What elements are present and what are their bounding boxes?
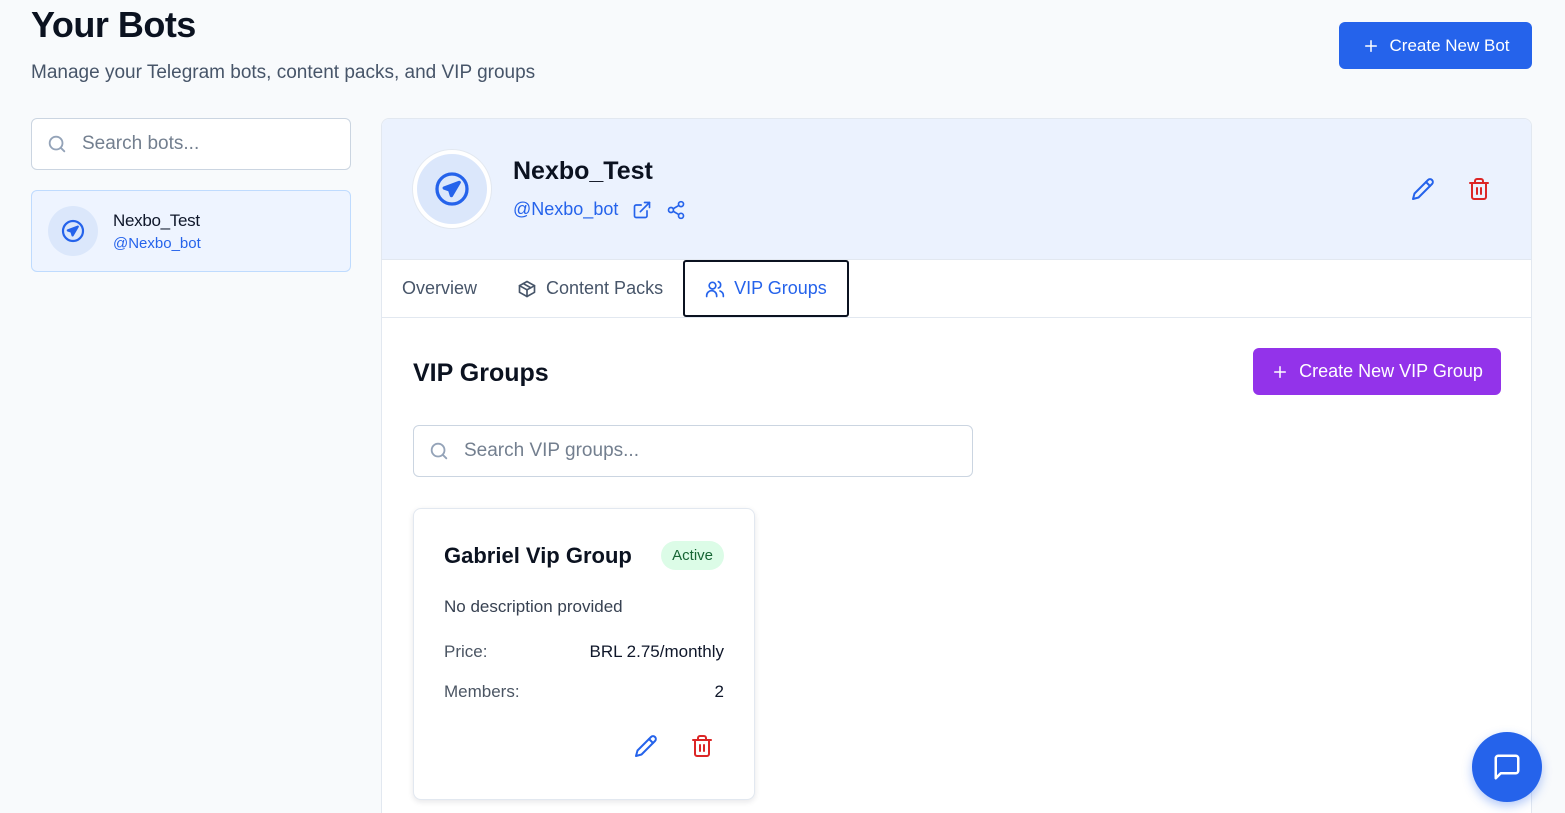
sidebar-bot-item[interactable]: Nexbo_Test @Nexbo_bot [31, 190, 351, 272]
vip-groups-title: VIP Groups [413, 359, 549, 387]
tab-vip-groups-label: VIP Groups [734, 278, 827, 298]
price-row: Price: BRL 2.75/monthly [444, 642, 724, 662]
package-icon [518, 280, 536, 297]
sidebar-bot-handle: @Nexbo_bot [113, 234, 201, 252]
bot-detail-panel: Nexbo_Test @Nexbo_bot Overview Content P… [381, 118, 1532, 813]
members-label: Members: [444, 682, 520, 701]
create-new-bot-label: Create New Bot [1389, 35, 1510, 55]
plus-icon [1364, 39, 1377, 52]
bot-detail-header: Nexbo_Test @Nexbo_bot [382, 119, 1531, 260]
delete-vip-group-icon[interactable] [690, 734, 714, 758]
bot-avatar [48, 206, 98, 256]
search-icon [48, 135, 66, 153]
bot-handle-row: @Nexbo_bot [513, 199, 686, 220]
create-vip-group-label: Create New VIP Group [1299, 361, 1483, 381]
bot-search-input[interactable] [82, 133, 322, 155]
create-vip-group-button[interactable]: Create New VIP Group [1253, 348, 1501, 395]
edit-bot-icon[interactable] [1411, 177, 1435, 201]
search-icon [430, 442, 448, 460]
chat-support-button[interactable] [1472, 732, 1542, 802]
members-row: Members: 2 [444, 682, 724, 702]
vip-search-box [413, 425, 973, 477]
page-subtitle: Manage your Telegram bots, content packs… [31, 62, 536, 83]
share-icon[interactable] [666, 200, 686, 220]
users-icon [705, 280, 725, 297]
tab-overview[interactable]: Overview [382, 260, 497, 317]
vip-group-card: Gabriel Vip Group Active No description … [413, 508, 755, 800]
bot-avatar-large [413, 150, 491, 228]
vip-group-actions [634, 734, 714, 758]
telegram-icon [61, 219, 85, 243]
price-label: Price: [444, 642, 488, 661]
chat-icon [1494, 754, 1520, 780]
bot-actions [1411, 177, 1491, 201]
sidebar-bot-name: Nexbo_Test [113, 210, 200, 230]
telegram-icon [435, 172, 469, 206]
edit-vip-group-icon[interactable] [634, 734, 658, 758]
page-title: Your Bots [31, 4, 196, 45]
bot-name: Nexbo_Test [513, 157, 653, 185]
tab-vip-groups[interactable]: VIP Groups [683, 260, 849, 317]
bot-search-box [31, 118, 351, 170]
vip-search-input[interactable] [464, 440, 944, 462]
plus-icon [1274, 365, 1287, 378]
vip-group-description: No description provided [444, 597, 623, 616]
price-value: BRL 2.75/monthly [589, 642, 725, 661]
tab-overview-label: Overview [402, 278, 478, 298]
members-value: 2 [714, 682, 724, 701]
status-badge: Active [661, 541, 724, 570]
tab-content-packs[interactable]: Content Packs [497, 260, 683, 317]
bot-tabs: Overview Content Packs VIP Groups [382, 260, 1531, 318]
delete-bot-icon[interactable] [1467, 177, 1491, 201]
tab-content-packs-label: Content Packs [546, 278, 664, 298]
create-new-bot-button[interactable]: Create New Bot [1339, 22, 1532, 69]
bot-handle[interactable]: @Nexbo_bot [513, 199, 618, 220]
external-link-icon[interactable] [632, 200, 652, 220]
vip-group-name: Gabriel Vip Group [444, 543, 632, 568]
